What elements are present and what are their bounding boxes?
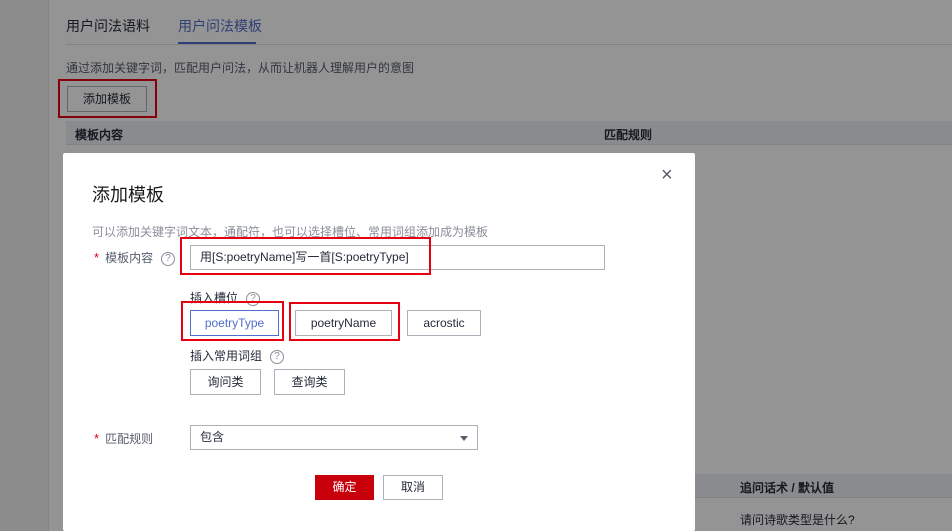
template-content-label: * 模板内容? (94, 249, 176, 266)
insert-words-text: 插入常用词组 (190, 349, 263, 363)
highlight-poetry-name (289, 302, 400, 341)
cancel-button[interactable]: 取消 (383, 475, 443, 500)
required-mark: * (94, 250, 100, 265)
required-mark: * (94, 431, 100, 446)
add-template-dialog: 添加模板 × 可以添加关键字词文本，通配符，也可以选择槽位、常用词组添加成为模板… (63, 153, 695, 531)
words-inquiry-button[interactable]: 询问类 (190, 369, 261, 395)
match-rule-text: 匹配规则 (105, 432, 154, 446)
template-content-text: 模板内容 (105, 251, 154, 265)
slot-acrostic-button[interactable]: acrostic (407, 310, 481, 336)
highlight-poetry-type (181, 301, 284, 341)
confirm-button[interactable]: 确定 (315, 475, 374, 500)
dialog-title: 添加模板 (92, 185, 164, 205)
match-rule-select[interactable]: 包含 (190, 425, 478, 450)
match-rule-label: * 匹配规则 (94, 430, 153, 447)
words-query-button[interactable]: 查询类 (274, 369, 345, 395)
help-icon[interactable]: ? (270, 349, 285, 364)
chevron-down-icon (460, 436, 468, 441)
close-icon[interactable]: × (661, 165, 673, 185)
insert-words-label: 插入常用词组? (190, 347, 285, 364)
highlight-content-input (180, 237, 431, 275)
match-rule-value: 包含 (200, 430, 225, 444)
help-icon[interactable]: ? (161, 251, 176, 266)
